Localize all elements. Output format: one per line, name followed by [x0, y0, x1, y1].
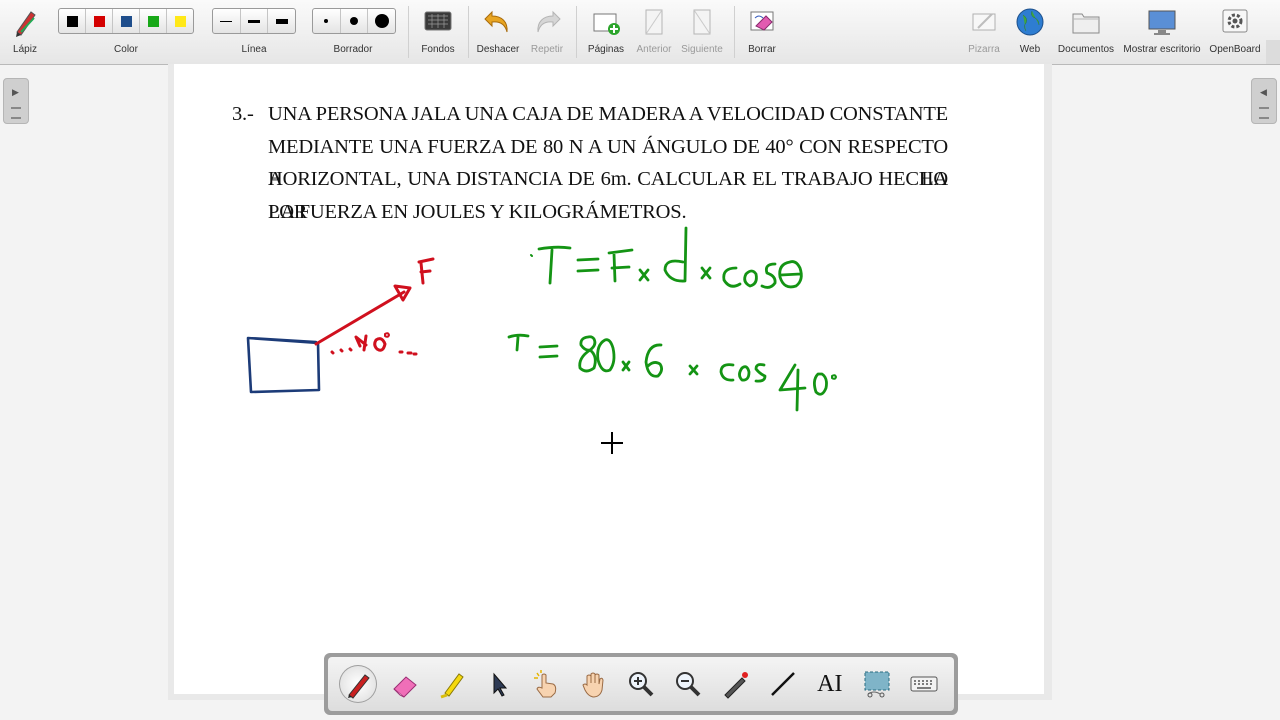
eraser-icon — [393, 676, 417, 698]
line-tool-button[interactable] — [764, 665, 802, 703]
arrow-pointer-icon — [493, 672, 508, 697]
tool-palette-inner: AI — [328, 657, 954, 711]
highlighter-icon — [440, 673, 464, 699]
pen-icon — [347, 674, 370, 699]
capture-tool-button[interactable] — [858, 665, 896, 703]
text-icon: AI — [817, 670, 843, 697]
crosshair-cursor-icon — [601, 432, 623, 454]
zoom-in-tool-button[interactable] — [622, 665, 660, 703]
laser-pointer-tool-button[interactable] — [716, 665, 754, 703]
formula-drawing — [507, 226, 837, 412]
force-arrow-drawing — [314, 257, 435, 356]
hand-icon — [582, 672, 604, 698]
keyboard-icon — [910, 676, 938, 692]
text-tool-button[interactable]: AI — [811, 665, 849, 703]
floating-tool-palette: AI — [324, 653, 958, 715]
zoom-out-tool-button[interactable] — [669, 665, 707, 703]
pointing-hand-icon — [534, 670, 557, 698]
interactor-tool-button[interactable] — [527, 665, 565, 703]
eraser-tool-button[interactable] — [386, 665, 424, 703]
highlighter-tool-button[interactable] — [433, 665, 471, 703]
zoom-out-icon — [676, 672, 701, 697]
virtual-keyboard-tool-button[interactable] — [905, 665, 943, 703]
laser-pointer-icon — [724, 672, 749, 699]
ink-layer — [246, 226, 837, 412]
selector-tool-button[interactable] — [480, 665, 518, 703]
zoom-in-icon — [628, 672, 654, 697]
capture-icon — [864, 671, 890, 698]
box-drawing — [246, 336, 321, 394]
line-icon — [770, 672, 795, 696]
pen-tool-button[interactable] — [338, 665, 377, 703]
hand-tool-button[interactable] — [575, 665, 613, 703]
